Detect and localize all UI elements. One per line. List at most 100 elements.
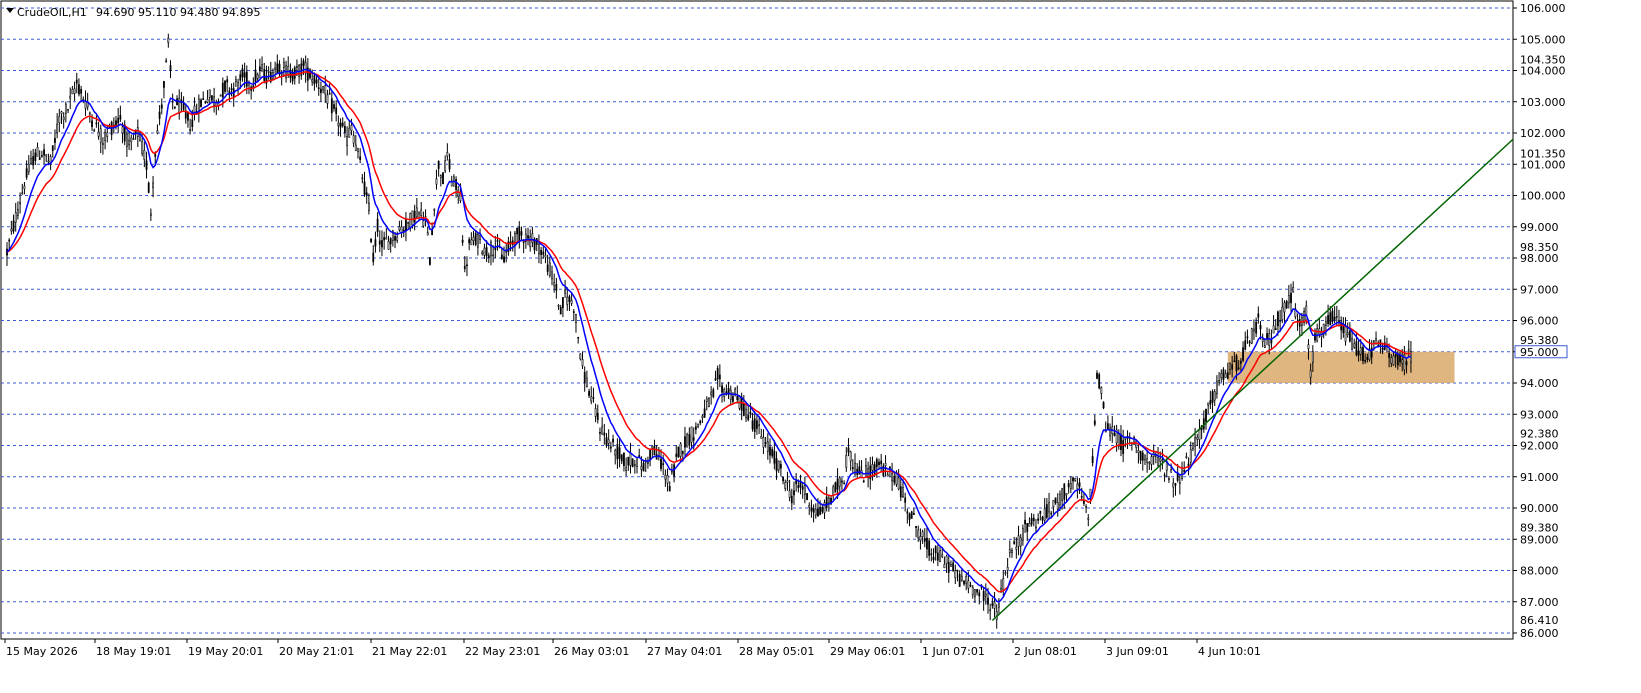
candle xyxy=(585,370,588,388)
y-tick-label: 99.000 xyxy=(1520,221,1559,234)
candle xyxy=(104,128,107,150)
candle xyxy=(1220,369,1223,383)
candle-body-bear xyxy=(245,71,248,87)
candle xyxy=(99,124,102,154)
candle-body-bear xyxy=(1226,372,1229,379)
candle-body-bear xyxy=(825,496,828,508)
candle-body-bear xyxy=(568,296,571,302)
candle-body-bear xyxy=(500,254,503,260)
candle xyxy=(250,85,253,100)
candle xyxy=(651,445,654,459)
candle-body-bear xyxy=(928,540,931,556)
candle xyxy=(1098,372,1101,390)
candle xyxy=(544,248,547,264)
candle xyxy=(507,236,510,256)
candle-body-bull xyxy=(566,296,569,305)
candle-body-bull xyxy=(141,141,144,154)
candle-body-bear xyxy=(378,240,381,245)
candle-body-bear xyxy=(1093,420,1096,425)
candle xyxy=(596,404,599,424)
candle xyxy=(60,110,63,125)
candle xyxy=(1390,354,1393,368)
candle-body-bear xyxy=(463,265,466,269)
candle-body-bull xyxy=(1004,572,1007,574)
candle xyxy=(627,456,630,471)
candle xyxy=(629,442,632,474)
candle xyxy=(56,113,59,139)
candle xyxy=(605,433,608,448)
candle xyxy=(1274,319,1277,331)
candle-body-bear xyxy=(603,432,606,436)
candle xyxy=(1331,307,1334,325)
candle-body-bear xyxy=(78,84,80,95)
candle-body-bear xyxy=(91,120,93,127)
candle xyxy=(779,460,782,477)
candle-body-bull xyxy=(581,359,584,367)
candle xyxy=(167,33,170,48)
candle-body-bear xyxy=(1405,361,1408,366)
candle xyxy=(1266,327,1268,346)
candle xyxy=(80,85,83,101)
candle-body-bear xyxy=(466,264,468,267)
candle xyxy=(383,231,386,250)
candle-body-bear xyxy=(732,396,734,402)
candle xyxy=(871,456,874,481)
candle xyxy=(359,148,362,164)
candle xyxy=(583,366,586,392)
candle xyxy=(803,476,806,504)
candle-body-bull xyxy=(470,239,473,246)
candle-body-bull xyxy=(418,211,420,215)
candle xyxy=(95,115,98,128)
candle xyxy=(378,230,381,253)
chart-window[interactable]: 86.000 87.000 88.000 89.000 90.000 91.000 92.0… xyxy=(0,0,1641,693)
candle xyxy=(795,473,798,492)
candle-body-bull xyxy=(282,62,285,68)
candle xyxy=(1021,524,1024,546)
candle xyxy=(128,131,130,150)
candle xyxy=(12,214,15,234)
candle-body-bull xyxy=(152,182,154,188)
candle-body-bull xyxy=(1100,387,1103,394)
candle xyxy=(636,457,638,474)
candle-body-bear xyxy=(1248,341,1251,344)
candle-body-bull xyxy=(974,589,976,597)
candle xyxy=(958,570,961,587)
candle-body-bear xyxy=(1067,483,1070,488)
candle-body-bull xyxy=(1052,500,1055,508)
chart-svg[interactable]: 86.000 87.000 88.000 89.000 90.000 91.000 92.0… xyxy=(0,0,1641,693)
candle-body-bear xyxy=(54,137,56,143)
candle xyxy=(376,212,379,237)
candle xyxy=(1013,536,1016,545)
candle xyxy=(1037,513,1040,525)
y-tick-label: 90.000 xyxy=(1520,502,1559,515)
candle xyxy=(799,474,802,495)
candle xyxy=(531,226,534,248)
candle xyxy=(51,145,54,158)
candle xyxy=(631,458,634,468)
candle-body-bull xyxy=(965,576,968,584)
candle xyxy=(156,124,159,135)
candle xyxy=(73,81,76,101)
candle-body-bear xyxy=(862,480,865,483)
candle-body-bull xyxy=(902,487,904,497)
candle-body-bear xyxy=(1338,320,1340,322)
candle xyxy=(1028,517,1031,527)
candle xyxy=(500,248,503,260)
candle xyxy=(823,499,826,519)
candle-body-bear xyxy=(1348,330,1351,342)
candle-body-bear xyxy=(821,507,824,512)
candle-body-bull xyxy=(165,60,168,62)
candle-body-bull xyxy=(1309,370,1312,378)
candle-body-bull xyxy=(208,89,211,98)
candle xyxy=(764,436,767,448)
candle-body-bear xyxy=(773,450,776,464)
candle xyxy=(1205,408,1207,430)
candle-body-bull xyxy=(472,236,475,242)
candle-body-bull xyxy=(1401,359,1404,364)
candle-body-bear xyxy=(912,513,915,515)
candle-body-bull xyxy=(1292,287,1295,293)
candle-body-bull xyxy=(73,88,76,94)
candle xyxy=(1242,341,1244,363)
candle-body-bull xyxy=(58,115,61,123)
candle-body-bull xyxy=(352,135,355,144)
